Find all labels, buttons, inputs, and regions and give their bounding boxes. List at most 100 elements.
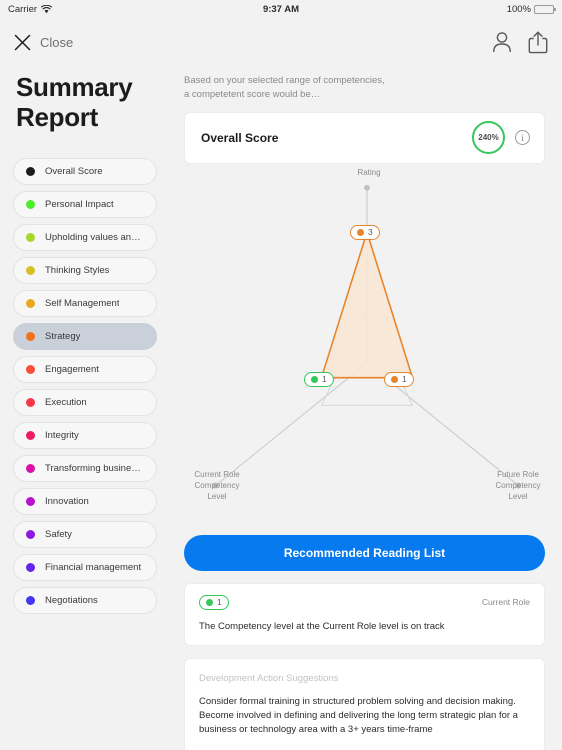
color-dot-icon bbox=[26, 332, 35, 342]
sidebar-item-label: Execution bbox=[45, 397, 87, 409]
carrier-label: Carrier bbox=[8, 3, 38, 15]
current-role-status-text: The Competency level at the Current Role… bbox=[199, 620, 445, 632]
color-dot-icon bbox=[26, 266, 35, 276]
sidebar-item-label: Negotiations bbox=[45, 595, 98, 607]
battery-percent-label: 100% bbox=[506, 3, 531, 15]
sidebar-item-strategy[interactable]: Strategy bbox=[13, 323, 157, 351]
color-dot-icon bbox=[26, 530, 35, 540]
main-content: Based on your selected range of competen… bbox=[170, 66, 562, 750]
sidebar-item-overall-score[interactable]: Overall Score bbox=[13, 158, 157, 186]
sidebar-item-upholding-values-and-goals[interactable]: Upholding values and goals bbox=[13, 224, 157, 252]
overall-score-card: Overall Score 240% i bbox=[184, 111, 545, 164]
chart-node-current-role[interactable]: 1 bbox=[304, 371, 334, 387]
sidebar-item-safety[interactable]: Safety bbox=[13, 521, 157, 549]
sidebar-item-label: Integrity bbox=[45, 430, 79, 442]
status-dot-icon bbox=[206, 598, 213, 606]
current-role-label: Current Role bbox=[481, 597, 530, 608]
sidebar-item-thinking-styles[interactable]: Thinking Styles bbox=[13, 257, 157, 285]
color-dot-icon bbox=[26, 464, 35, 474]
app-screen: Carrier 9:37 AM 100% Close Summary Repor… bbox=[0, 0, 562, 750]
development-action-body: Consider formal training in structured p… bbox=[199, 695, 518, 736]
chart-node-value: 1 bbox=[322, 374, 327, 385]
chart-node-rating[interactable]: 3 bbox=[350, 224, 380, 240]
sidebar-item-label: Personal Impact bbox=[45, 199, 114, 211]
intro-line-2: a competetent score would be… bbox=[184, 88, 321, 100]
status-bar-right: 100% bbox=[506, 3, 556, 15]
sidebar-item-label: Safety bbox=[45, 529, 72, 541]
body-wrapper: Summary Report Overall Score Personal Im… bbox=[0, 66, 562, 750]
share-icon[interactable] bbox=[528, 31, 548, 54]
color-dot-icon bbox=[26, 365, 35, 375]
color-dot-icon bbox=[26, 431, 35, 441]
sidebar-item-label: Strategy bbox=[45, 331, 81, 343]
color-dot-icon bbox=[26, 200, 35, 210]
chart-node-future-role[interactable]: 1 bbox=[384, 371, 414, 387]
sidebar-item-label: Self Management bbox=[45, 298, 120, 310]
axis-label-line: Competency bbox=[194, 480, 240, 490]
battery-icon bbox=[534, 4, 556, 14]
sidebar-item-label: Transforming businesses bbox=[45, 463, 144, 475]
page-title-line-2: Report bbox=[16, 102, 98, 133]
color-dot-icon bbox=[26, 596, 35, 606]
person-icon[interactable] bbox=[492, 31, 512, 53]
status-badge-value: 1 bbox=[217, 597, 222, 608]
current-role-status-header: 1 Current Role bbox=[199, 594, 530, 610]
sidebar-item-innovation[interactable]: Innovation bbox=[13, 488, 157, 516]
axis-label-line: Future Role bbox=[497, 470, 539, 480]
sidebar-item-self-management[interactable]: Self Management bbox=[13, 290, 157, 318]
node-dot-icon bbox=[311, 375, 318, 383]
chart-node-value: 3 bbox=[368, 227, 373, 238]
intro-text: Based on your selected range of competen… bbox=[184, 74, 545, 102]
development-action-title: Development Action Suggestions bbox=[199, 672, 339, 684]
status-badge: 1 bbox=[199, 594, 229, 610]
axis-label-line: Rating bbox=[357, 167, 381, 177]
recommended-reading-list-button[interactable]: Recommended Reading List bbox=[184, 534, 545, 571]
sidebar-item-personal-impact[interactable]: Personal Impact bbox=[13, 191, 157, 219]
node-dot-icon bbox=[357, 228, 364, 236]
sidebar-item-label: Upholding values and goals bbox=[45, 232, 144, 244]
score-value: 240% bbox=[478, 133, 499, 143]
node-dot-icon bbox=[391, 375, 398, 383]
sidebar-item-negotiations[interactable]: Negotiations bbox=[13, 587, 157, 615]
sidebar-item-label: Innovation bbox=[45, 496, 89, 508]
axis-label-line: Level bbox=[508, 491, 528, 501]
nav-bar: Close bbox=[0, 18, 562, 66]
sidebar-item-financial-management[interactable]: Financial management bbox=[13, 554, 157, 582]
info-icon[interactable]: i bbox=[515, 130, 530, 146]
nav-actions bbox=[492, 31, 548, 54]
axis-label-line: Level bbox=[207, 491, 227, 501]
chart-node-value: 1 bbox=[402, 374, 407, 385]
color-dot-icon bbox=[26, 497, 35, 507]
close-icon bbox=[14, 34, 31, 50]
close-button[interactable]: Close bbox=[14, 34, 73, 51]
sidebar-item-label: Overall Score bbox=[45, 166, 103, 178]
sidebar-item-execution[interactable]: Execution bbox=[13, 389, 157, 417]
close-label: Close bbox=[40, 34, 74, 50]
axis-label-future-role: Future Role Competency Level bbox=[473, 470, 562, 502]
color-dot-icon bbox=[26, 233, 35, 243]
sidebar-item-engagement[interactable]: Engagement bbox=[13, 356, 157, 384]
axis-label-line: Current Role bbox=[194, 470, 240, 480]
sidebar-item-label: Thinking Styles bbox=[45, 265, 110, 277]
status-bar: Carrier 9:37 AM 100% bbox=[0, 0, 562, 18]
page-title: Summary Report bbox=[0, 72, 170, 132]
overall-score-label: Overall Score bbox=[201, 130, 279, 145]
status-bar-time: 9:37 AM bbox=[262, 3, 300, 15]
sidebar: Summary Report Overall Score Personal Im… bbox=[0, 66, 170, 750]
sidebar-item-transforming-businesses[interactable]: Transforming businesses bbox=[13, 455, 157, 483]
status-bar-left: Carrier bbox=[8, 3, 53, 15]
axis-label-current-role: Current Role Competency Level bbox=[172, 470, 262, 502]
intro-line-1: Based on your selected range of competen… bbox=[184, 75, 385, 86]
sidebar-item-integrity[interactable]: Integrity bbox=[13, 422, 157, 450]
wifi-icon bbox=[41, 4, 53, 13]
color-dot-icon bbox=[26, 563, 35, 573]
sidebar-item-label: Engagement bbox=[45, 364, 99, 376]
color-dot-icon bbox=[26, 167, 35, 177]
sidebar-item-label: Financial management bbox=[45, 562, 142, 574]
development-action-card: Development Action Suggestions Consider … bbox=[184, 657, 545, 750]
current-role-status-card: 1 Current Role The Competency level at t… bbox=[184, 582, 545, 646]
axis-label-rating: Rating bbox=[324, 168, 414, 179]
page-title-line-1: Summary bbox=[16, 72, 133, 102]
competency-radar-chart: Rating Current Role Competency Level Fut… bbox=[184, 168, 545, 533]
color-dot-icon bbox=[26, 299, 35, 309]
